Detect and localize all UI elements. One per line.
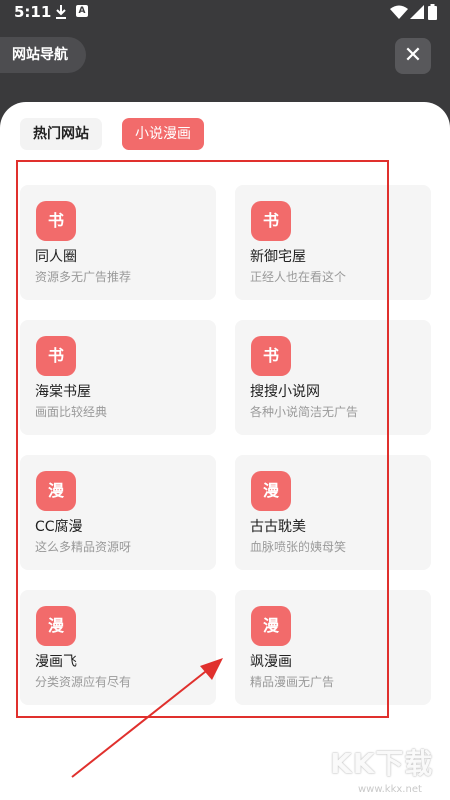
site-name: 海棠书屋 xyxy=(35,384,91,400)
site-name: 搜搜小说网 xyxy=(250,384,320,400)
site-name: CC腐漫 xyxy=(35,519,83,535)
site-card[interactable]: 书 同人圈 资源多无广告推荐 xyxy=(20,185,216,300)
tab-hot-sites[interactable]: 热门网站 xyxy=(20,118,102,150)
close-button[interactable]: ✕ xyxy=(395,38,431,74)
download-icon xyxy=(56,5,66,19)
close-icon: ✕ xyxy=(403,43,423,68)
comic-icon: 漫 xyxy=(36,606,76,646)
site-description: 各种小说简洁无广告 xyxy=(250,405,359,419)
wifi-icon xyxy=(390,5,408,19)
site-description: 正经人也在看这个 xyxy=(250,270,347,284)
annotation-arrow xyxy=(71,658,223,778)
book-icon: 书 xyxy=(251,201,291,241)
site-card[interactable]: 漫 古古耽美 血脉喷张的姨母笑 xyxy=(235,455,431,570)
app-notification-icon: A xyxy=(76,5,88,17)
status-bar: 5:11 A xyxy=(0,0,450,26)
page-title: 网站导航 xyxy=(0,37,86,73)
site-name: 飒漫画 xyxy=(250,654,292,670)
site-card[interactable]: 书 搜搜小说网 各种小说简洁无广告 xyxy=(235,320,431,435)
site-description: 精品漫画无广告 xyxy=(250,675,335,689)
book-icon: 书 xyxy=(36,336,76,376)
tab-novel-comic[interactable]: 小说漫画 xyxy=(122,118,204,150)
book-icon: 书 xyxy=(251,336,291,376)
signal-icon xyxy=(410,5,424,19)
site-name: 同人圈 xyxy=(35,249,77,265)
site-card[interactable]: 漫 CC腐漫 这么多精品资源呀 xyxy=(20,455,216,570)
battery-icon xyxy=(428,4,437,20)
site-description: 资源多无广告推荐 xyxy=(35,270,132,284)
site-card[interactable]: 书 海棠书屋 画面比较经典 xyxy=(20,320,216,435)
site-description: 画面比较经典 xyxy=(35,405,108,419)
site-description: 这么多精品资源呀 xyxy=(35,540,132,554)
comic-icon: 漫 xyxy=(36,471,76,511)
book-icon: 书 xyxy=(36,201,76,241)
watermark-logo: KK下载 xyxy=(330,747,434,780)
watermark-url: www.kkx.net xyxy=(358,784,422,795)
comic-icon: 漫 xyxy=(251,606,291,646)
site-name: 古古耽美 xyxy=(250,519,306,535)
site-name: 新御宅屋 xyxy=(250,249,306,265)
comic-icon: 漫 xyxy=(251,471,291,511)
site-card[interactable]: 漫 飒漫画 精品漫画无广告 xyxy=(235,590,431,705)
status-time: 5:11 xyxy=(14,3,52,21)
site-description: 血脉喷张的姨母笑 xyxy=(250,540,347,554)
site-card[interactable]: 书 新御宅屋 正经人也在看这个 xyxy=(235,185,431,300)
